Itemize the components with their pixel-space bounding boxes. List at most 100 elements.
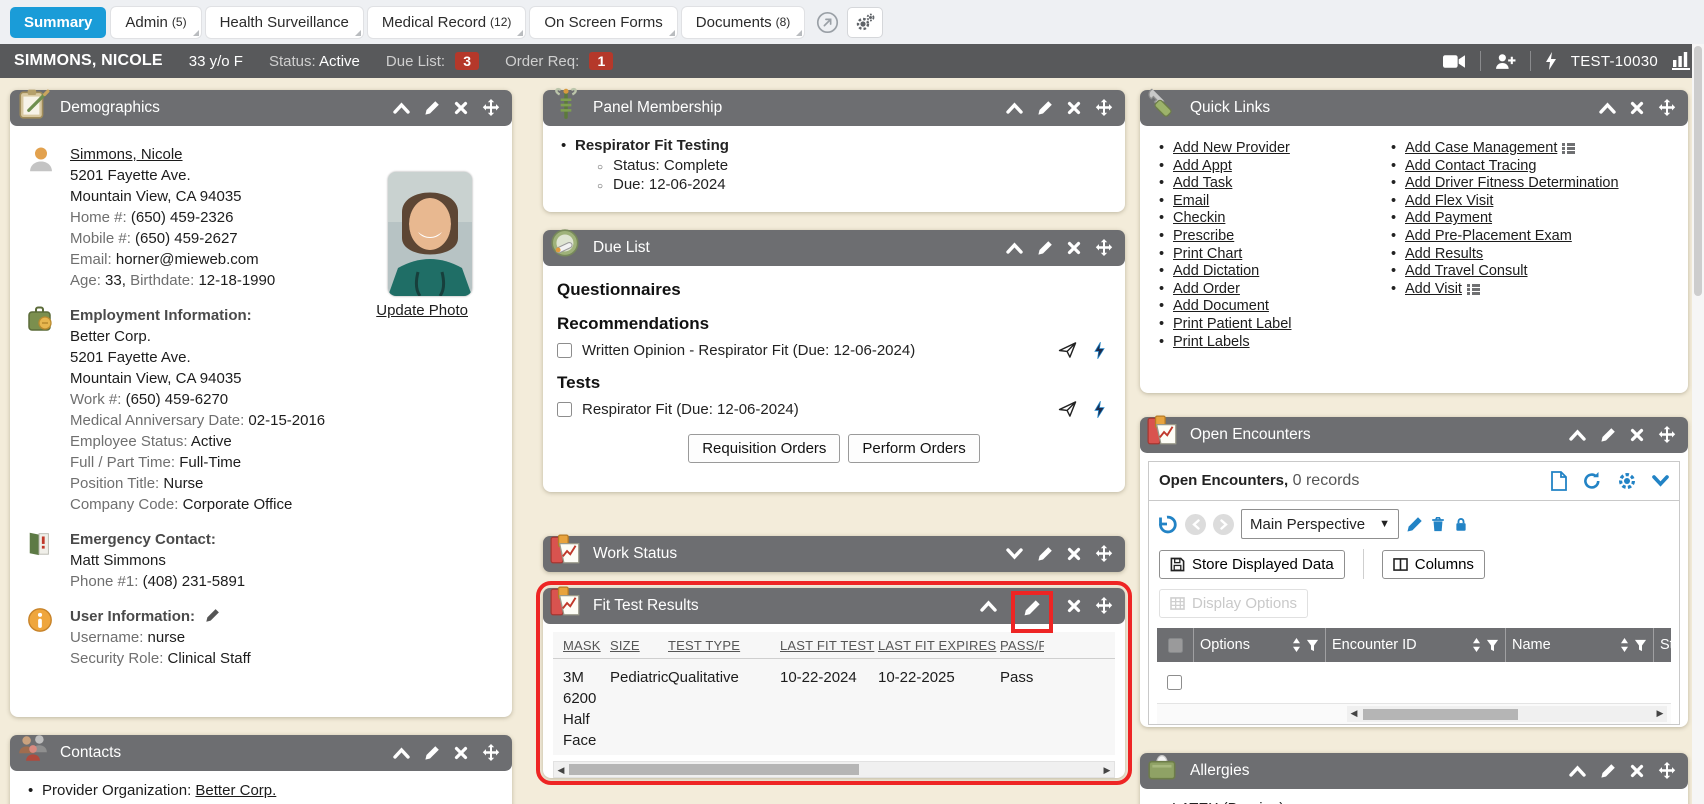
link-add-case-management[interactable]: Add Case Management	[1405, 140, 1557, 156]
column-header-last-fit-expires[interactable]: LAST FIT EXPIRES	[878, 638, 1000, 653]
tab-medical-record[interactable]: Medical Record (12)	[368, 7, 526, 38]
move-icon[interactable]	[482, 99, 500, 117]
edit-perspective-icon[interactable]	[1406, 516, 1423, 533]
edit-icon[interactable]	[1037, 546, 1053, 562]
close-icon[interactable]	[1067, 101, 1081, 115]
edit-icon[interactable]	[424, 745, 440, 761]
filter-funnel-icon[interactable]	[1486, 639, 1499, 652]
recommendation-checkbox[interactable]	[557, 343, 572, 358]
chevron-down-icon[interactable]	[1652, 475, 1669, 487]
collapse-icon[interactable]	[1599, 102, 1616, 114]
edit-icon[interactable]	[1037, 240, 1053, 256]
close-icon[interactable]	[1630, 428, 1644, 442]
column-header-last-fit-test[interactable]: LAST FIT TEST	[780, 638, 878, 653]
scroll-left-icon[interactable]: ◀	[1348, 707, 1360, 719]
move-icon[interactable]	[1095, 239, 1113, 257]
scroll-left-icon[interactable]: ◀	[555, 764, 567, 776]
select-all-checkbox[interactable]	[1168, 638, 1183, 653]
close-icon[interactable]	[454, 101, 468, 115]
column-header-name[interactable]: Name	[1505, 628, 1653, 662]
link-add-document[interactable]: Add Document	[1173, 298, 1269, 314]
lock-icon[interactable]	[1453, 515, 1469, 533]
scrollbar-thumb[interactable]	[1694, 46, 1702, 296]
column-header-size[interactable]: SIZE	[610, 638, 668, 653]
next-perspective-icon[interactable]	[1213, 514, 1234, 535]
collapse-icon[interactable]	[980, 600, 997, 612]
previous-perspective-icon[interactable]	[1185, 514, 1206, 535]
collapse-icon[interactable]	[393, 102, 410, 114]
scroll-right-icon[interactable]: ▶	[1101, 764, 1113, 776]
undo-icon[interactable]	[1157, 514, 1178, 535]
move-icon[interactable]	[1658, 762, 1676, 780]
external-link-icon[interactable]	[815, 10, 839, 34]
link-print-labels[interactable]: Print Labels	[1173, 334, 1250, 350]
link-add-task[interactable]: Add Task	[1173, 175, 1232, 191]
collapse-icon[interactable]	[1006, 242, 1023, 254]
link-checkin[interactable]: Checkin	[1173, 210, 1225, 226]
perspective-select[interactable]: Main Perspective ▼	[1241, 509, 1399, 539]
tab-on-screen-forms[interactable]: On Screen Forms	[530, 7, 676, 38]
column-header-status[interactable]: Status	[1653, 628, 1671, 662]
settings-gears-icon[interactable]	[847, 7, 883, 38]
link-add-appt[interactable]: Add Appt	[1173, 158, 1232, 174]
due-list-badge[interactable]: 3	[455, 52, 479, 70]
link-add-results[interactable]: Add Results	[1405, 246, 1483, 262]
columns-button[interactable]: Columns	[1382, 550, 1485, 579]
new-document-icon[interactable]	[1551, 471, 1567, 491]
collapse-icon[interactable]	[1569, 765, 1586, 777]
move-icon[interactable]	[1095, 597, 1113, 615]
link-add-flex-visit[interactable]: Add Flex Visit	[1405, 193, 1493, 209]
link-print-chart[interactable]: Print Chart	[1173, 246, 1242, 262]
column-header-pass-fail[interactable]: PASS/FAIL	[1000, 638, 1044, 653]
list-menu-icon[interactable]	[1562, 143, 1575, 154]
move-icon[interactable]	[1095, 99, 1113, 117]
edit-icon[interactable]	[1023, 599, 1041, 617]
collapse-icon[interactable]	[1569, 429, 1586, 441]
link-add-driver-fitness-determination[interactable]: Add Driver Fitness Determination	[1405, 175, 1619, 191]
link-add-payment[interactable]: Add Payment	[1405, 210, 1492, 226]
move-icon[interactable]	[1095, 545, 1113, 563]
link-add-pre-placement-exam[interactable]: Add Pre-Placement Exam	[1405, 228, 1572, 244]
store-displayed-data-button[interactable]: Store Displayed Data	[1159, 550, 1345, 579]
video-camera-icon[interactable]	[1443, 54, 1466, 69]
link-add-contact-tracing[interactable]: Add Contact Tracing	[1405, 158, 1536, 174]
add-user-icon[interactable]	[1495, 53, 1516, 70]
sort-icon[interactable]	[1292, 638, 1301, 652]
close-icon[interactable]	[454, 746, 468, 760]
close-icon[interactable]	[1630, 764, 1644, 778]
list-menu-icon[interactable]	[1467, 284, 1480, 295]
column-header-options[interactable]: Options	[1193, 628, 1325, 662]
collapse-icon[interactable]	[393, 747, 410, 759]
scroll-right-icon[interactable]: ▶	[1654, 707, 1666, 719]
link-email[interactable]: Email	[1173, 193, 1209, 209]
test-checkbox[interactable]	[557, 402, 572, 417]
column-header-encounter-id[interactable]: Encounter ID	[1325, 628, 1505, 662]
column-header-test-type[interactable]: TEST TYPE	[668, 638, 780, 653]
tab-summary[interactable]: Summary	[10, 7, 106, 38]
tab-admin[interactable]: Admin (5)	[111, 7, 200, 38]
row-checkbox[interactable]	[1167, 675, 1182, 690]
sort-icon[interactable]	[1620, 638, 1629, 652]
filter-funnel-icon[interactable]	[1306, 639, 1319, 652]
perform-orders-button[interactable]: Perform Orders	[848, 434, 979, 463]
scrollbar-thumb[interactable]	[1363, 709, 1518, 720]
close-icon[interactable]	[1630, 101, 1644, 115]
link-add-travel-consult[interactable]: Add Travel Consult	[1405, 263, 1528, 279]
link-add-dictation[interactable]: Add Dictation	[1173, 263, 1259, 279]
move-icon[interactable]	[1658, 99, 1676, 117]
contact-item-link[interactable]: Better Corp.	[195, 782, 276, 799]
link-prescribe[interactable]: Prescribe	[1173, 228, 1234, 244]
column-header-mask[interactable]: MASK	[563, 638, 610, 653]
close-icon[interactable]	[1067, 599, 1081, 613]
horizontal-scrollbar[interactable]: ◀ ▶	[553, 761, 1115, 778]
link-print-patient-label[interactable]: Print Patient Label	[1173, 316, 1292, 332]
tab-documents[interactable]: Documents (8)	[682, 7, 805, 38]
edit-icon[interactable]	[424, 100, 440, 116]
close-icon[interactable]	[1067, 241, 1081, 255]
filter-funnel-icon[interactable]	[1634, 639, 1647, 652]
edit-icon[interactable]	[1600, 763, 1616, 779]
link-add-visit[interactable]: Add Visit	[1405, 281, 1462, 297]
collapse-icon[interactable]	[1006, 102, 1023, 114]
link-add-order[interactable]: Add Order	[1173, 281, 1240, 297]
sort-icon[interactable]	[1472, 638, 1481, 652]
